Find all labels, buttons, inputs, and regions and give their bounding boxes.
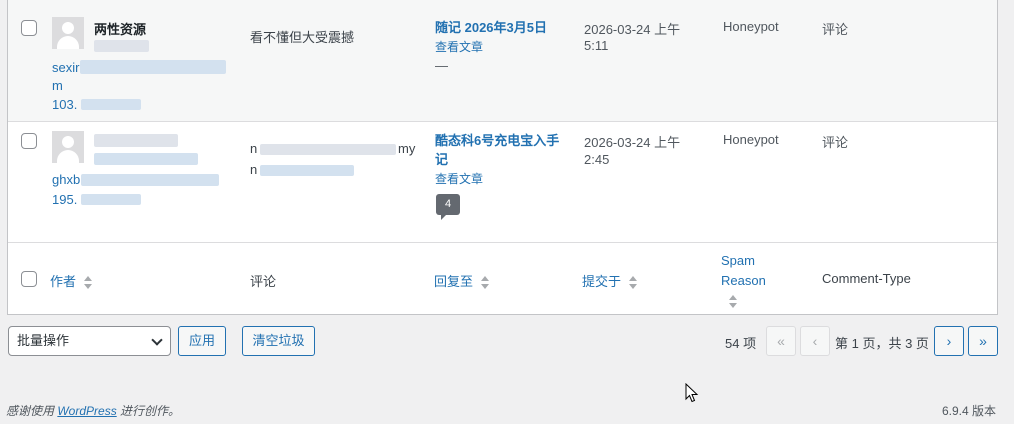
author-ip[interactable]: 195. xyxy=(52,192,77,207)
column-author-label: 作者 xyxy=(50,274,77,289)
empty-spam-button[interactable]: 清空垃圾 xyxy=(242,326,315,356)
page-info: 第 1 页，共 3 页 xyxy=(835,336,929,351)
footer-thanks-suffix: 进行创作。 xyxy=(120,404,181,418)
last-page-button[interactable]: » xyxy=(968,326,998,356)
pending-count: — xyxy=(435,58,448,73)
table-footer-header: 作者 评论 回复至 提交于 Spam Reason Comment-Type xyxy=(8,242,997,314)
column-author[interactable]: 作者 xyxy=(50,271,93,290)
apply-button[interactable]: 应用 xyxy=(178,326,226,356)
redacted-text xyxy=(260,165,354,176)
footer-thanks: 感谢使用 WordPress 进行创作。 xyxy=(6,402,180,419)
comments-table: 两性资源 sexir m 103. 看不懂但大受震撼 随记 2026年3月5日 … xyxy=(7,0,998,315)
redacted-text xyxy=(94,134,178,147)
sort-icon xyxy=(480,275,490,290)
comment-type: 评论 xyxy=(822,22,849,37)
redacted-text xyxy=(94,153,198,165)
author-name: 两性资源 xyxy=(94,22,147,37)
prev-page-button[interactable]: ‹ xyxy=(800,326,830,356)
bulk-actions-selected: 批量操作 xyxy=(17,333,70,348)
column-in-response-to-label: 回复至 xyxy=(434,274,474,289)
post-title-link-wrap[interactable]: 记 xyxy=(435,150,448,169)
redacted-text xyxy=(94,40,149,52)
column-comment: 评论 xyxy=(250,274,277,289)
column-submitted-on-label: 提交于 xyxy=(582,274,622,289)
author-url[interactable]: sexir xyxy=(52,60,79,75)
version-text: 6.9.4 版本 xyxy=(942,404,997,418)
bulk-actions-select[interactable]: 批量操作 xyxy=(8,326,171,356)
sort-icon xyxy=(628,275,638,290)
comment-text-line2: n xyxy=(250,162,258,177)
spam-reason: Honeypot xyxy=(723,132,779,147)
redacted-text xyxy=(80,60,226,74)
submitted-time: 5:11 xyxy=(584,38,609,53)
view-post-link[interactable]: 查看文章 xyxy=(435,170,483,187)
mouse-cursor-icon xyxy=(685,383,699,403)
table-row: 两性资源 sexir m 103. 看不懂但大受震撼 随记 2026年3月5日 … xyxy=(8,0,997,122)
comment-type: 评论 xyxy=(822,135,849,150)
comment-text-start: n xyxy=(250,141,258,156)
comment-count-bubble[interactable]: 4 xyxy=(436,194,460,220)
comment-text: 看不懂但大受震撼 xyxy=(250,30,355,45)
submitted-date: 2026-03-24 上午 xyxy=(584,135,681,150)
redacted-text xyxy=(260,144,396,155)
next-page-button[interactable]: › xyxy=(934,326,964,356)
post-title-link[interactable]: 随记 2026年3月5日 xyxy=(435,18,547,37)
redacted-text xyxy=(81,194,141,205)
avatar xyxy=(52,17,84,49)
sort-icon xyxy=(83,275,93,290)
avatar xyxy=(52,131,84,163)
view-post-link[interactable]: 查看文章 xyxy=(435,38,483,55)
author-url[interactable]: ghxb xyxy=(52,172,80,187)
chevron-down-icon xyxy=(151,334,163,346)
column-spam-reason[interactable]: Spam xyxy=(721,253,755,268)
column-spam-reason-line2[interactable]: Reason xyxy=(721,273,766,288)
column-in-response-to[interactable]: 回复至 xyxy=(434,271,490,290)
column-submitted-on[interactable]: 提交于 xyxy=(582,271,638,290)
total-items: 54 项 xyxy=(725,336,757,351)
row-checkbox[interactable] xyxy=(21,133,37,149)
submitted-time: 2:45 xyxy=(584,152,610,167)
wordpress-link[interactable]: WordPress xyxy=(57,404,116,418)
sort-icon xyxy=(729,295,738,309)
author-url-wrap[interactable]: m xyxy=(52,78,63,93)
post-title-link[interactable]: 酷态科6号充电宝入手 xyxy=(435,131,559,150)
select-all-checkbox[interactable] xyxy=(21,271,37,287)
spam-reason: Honeypot xyxy=(723,19,779,34)
table-row: ghxb 195. n my n 酷态科6号充电宝入手 记 查看文章 4 202… xyxy=(8,122,997,242)
footer-thanks-prefix: 感谢使用 xyxy=(6,404,55,418)
redacted-text xyxy=(81,99,141,110)
row-checkbox[interactable] xyxy=(21,20,37,36)
comment-text-end: my xyxy=(398,141,416,156)
author-ip[interactable]: 103. xyxy=(52,97,77,112)
submitted-date: 2026-03-24 上午 xyxy=(584,22,681,37)
redacted-text xyxy=(81,174,219,186)
column-comment-type: Comment-Type xyxy=(822,271,911,286)
first-page-button[interactable]: « xyxy=(766,326,796,356)
